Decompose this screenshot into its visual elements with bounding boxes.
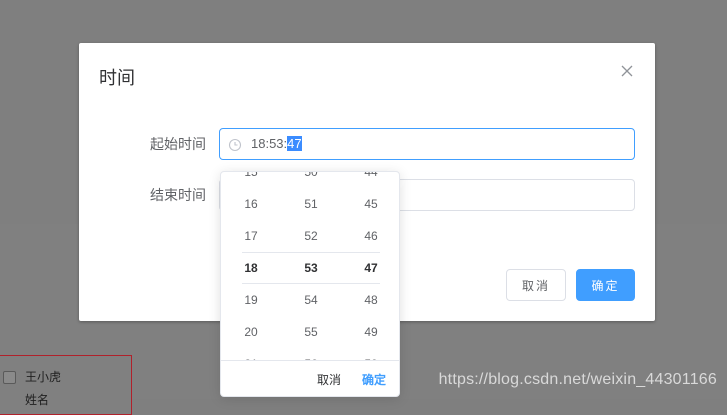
time-picker-dropdown: 15 16 17 18 19 20 21 50 51 52 53 54 55 5…	[220, 171, 400, 397]
start-time-prefix: 18:53:	[251, 136, 288, 151]
hour-option[interactable]: 20	[221, 316, 281, 348]
minute-option[interactable]: 52	[281, 220, 341, 252]
hour-option[interactable]: 15	[221, 172, 281, 188]
row-column-label: 姓名	[25, 393, 50, 407]
clock-icon	[228, 137, 242, 152]
second-option[interactable]: 50	[341, 348, 399, 360]
second-option-selected[interactable]: 47	[341, 252, 399, 284]
hour-option[interactable]: 16	[221, 188, 281, 220]
close-icon[interactable]	[619, 63, 635, 79]
dialog-title: 时间	[99, 68, 135, 89]
time-spinner: 15 16 17 18 19 20 21 50 51 52 53 54 55 5…	[221, 172, 399, 360]
second-option[interactable]: 45	[341, 188, 399, 220]
minute-option[interactable]: 51	[281, 188, 341, 220]
picker-confirm-button[interactable]: 确定	[362, 371, 386, 388]
picker-footer: 取消 确定	[221, 360, 399, 396]
cancel-button[interactable]: 取消	[506, 269, 566, 301]
end-time-label: 结束时间	[150, 188, 206, 204]
hour-option-selected[interactable]: 18	[221, 252, 281, 284]
second-option[interactable]: 46	[341, 220, 399, 252]
picker-cancel-button[interactable]: 取消	[317, 371, 341, 388]
row-name: 王小虎	[25, 370, 62, 384]
hour-option[interactable]: 17	[221, 220, 281, 252]
minute-option-selected[interactable]: 53	[281, 252, 341, 284]
selection-divider-bottom	[242, 283, 380, 284]
minute-option[interactable]: 50	[281, 172, 341, 188]
minute-option[interactable]: 56	[281, 348, 341, 360]
hour-option[interactable]: 19	[221, 284, 281, 316]
start-time-selected-segment: 47	[287, 136, 302, 151]
minute-column[interactable]: 50 51 52 53 54 55 56	[281, 172, 341, 360]
hour-column[interactable]: 15 16 17 18 19 20 21	[221, 172, 281, 360]
table-row[interactable]: 王小虎 姓名	[0, 355, 132, 415]
minute-option[interactable]: 55	[281, 316, 341, 348]
start-time-input[interactable]: 18:53:47	[219, 128, 635, 160]
start-time-label: 起始时间	[150, 137, 206, 153]
minute-option[interactable]: 54	[281, 284, 341, 316]
selection-divider-top	[242, 252, 380, 253]
second-option[interactable]: 48	[341, 284, 399, 316]
hour-option[interactable]: 21	[221, 348, 281, 360]
second-option[interactable]: 49	[341, 316, 399, 348]
start-time-value: 18:53:47	[251, 136, 302, 151]
watermark: https://blog.csdn.net/weixin_44301166	[438, 371, 717, 388]
second-option[interactable]: 44	[341, 172, 399, 188]
second-column[interactable]: 44 45 46 47 48 49 50	[341, 172, 399, 360]
confirm-button[interactable]: 确定	[576, 269, 635, 301]
row-checkbox[interactable]	[3, 371, 16, 384]
